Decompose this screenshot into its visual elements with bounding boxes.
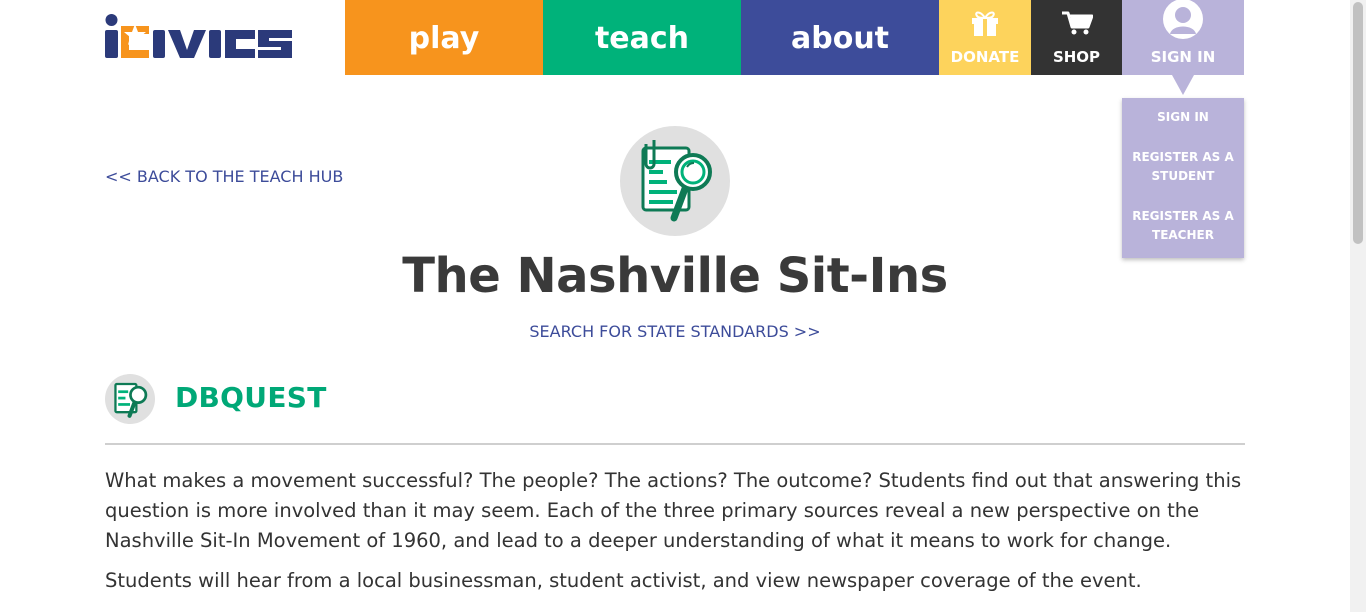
description-paragraph: What makes a movement successful? The pe… — [105, 469, 1242, 552]
nav-donate-label: DONATE — [950, 48, 1020, 66]
nav-about[interactable]: about — [741, 0, 939, 75]
nav-shop-label: SHOP — [1052, 48, 1101, 66]
section-title: DBQUEST — [175, 381, 327, 414]
nav-shop[interactable]: SHOP — [1031, 0, 1122, 75]
document-magnifier-icon — [620, 126, 730, 236]
dropdown-register-teacher[interactable]: REGISTER AS A TEACHER — [1122, 207, 1244, 245]
dropdown-register-student[interactable]: REGISTER AS A STUDENT — [1122, 148, 1244, 186]
page-scrollbar[interactable] — [1350, 0, 1366, 612]
gift-icon — [970, 10, 1000, 40]
nav-teach[interactable]: teach — [543, 0, 741, 75]
nav-play-label: play — [408, 21, 480, 56]
dropdown-caret — [1172, 75, 1194, 95]
nav-signin-label: SIGN IN — [1150, 48, 1216, 66]
dropdown-signin[interactable]: SIGN IN — [1122, 108, 1244, 127]
nav-donate[interactable]: DONATE — [939, 0, 1031, 75]
user-avatar-icon — [1162, 0, 1204, 44]
description-paragraph: Students will hear from a local business… — [105, 569, 1142, 592]
page-title: The Nashville Sit-Ins — [402, 248, 948, 304]
signin-dropdown: SIGN IN REGISTER AS A STUDENT REGISTER A… — [1122, 98, 1244, 258]
scrollbar-thumb[interactable] — [1353, 2, 1363, 244]
nav-signin[interactable]: SIGN IN — [1122, 0, 1244, 75]
nav-about-label: about — [790, 21, 890, 56]
nav-play[interactable]: play — [345, 0, 543, 75]
search-state-standards-link[interactable]: SEARCH FOR STATE STANDARDS >> — [0, 322, 1350, 341]
back-to-teach-hub-link[interactable]: << BACK TO THE TEACH HUB — [105, 167, 343, 186]
nav-teach-label: teach — [594, 21, 690, 56]
icivics-logo[interactable] — [105, 12, 295, 60]
logo-mark — [105, 14, 292, 58]
section-divider — [105, 443, 1245, 445]
cart-icon — [1061, 10, 1093, 40]
dbquest-icon — [105, 374, 155, 424]
